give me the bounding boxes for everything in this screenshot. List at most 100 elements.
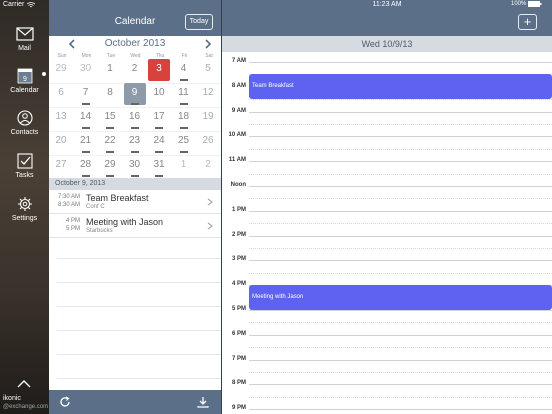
chevron-right-icon bbox=[207, 198, 213, 206]
hour-label: 9 PM bbox=[231, 405, 246, 412]
calendar-day[interactable]: 1 bbox=[173, 155, 195, 177]
chevron-right-icon[interactable] bbox=[203, 39, 213, 49]
event-indicator bbox=[179, 79, 188, 81]
status-carrier: Carrier bbox=[3, 1, 36, 8]
event-indicator bbox=[130, 151, 139, 153]
sidebar-item-label: Mail bbox=[18, 45, 31, 52]
hour-label: 3 PM bbox=[231, 256, 246, 263]
calendar-day[interactable]: 22 bbox=[99, 131, 121, 153]
event-indicator bbox=[130, 127, 139, 129]
day-title: Wed 10/9/13 bbox=[222, 36, 552, 52]
event-indicator bbox=[179, 151, 188, 153]
active-indicator bbox=[42, 72, 46, 76]
calendar-day[interactable]: 29 bbox=[50, 59, 72, 81]
refresh-icon[interactable] bbox=[59, 396, 71, 408]
calendar-day[interactable]: 7 bbox=[75, 83, 97, 105]
sidebar-item-label: Contacts bbox=[10, 129, 39, 136]
hour-label: 11 AM bbox=[228, 157, 246, 164]
event-indicator bbox=[106, 175, 114, 177]
calendar-day[interactable]: 10 bbox=[148, 83, 170, 105]
sidebar-item-label: Calendar bbox=[10, 87, 39, 94]
account-label: ikonic @exchange.com bbox=[3, 395, 49, 410]
calendar-icon: 9 bbox=[17, 68, 32, 84]
calendar-day[interactable]: 30 bbox=[124, 155, 146, 177]
list-item[interactable]: 7:30 AM 8:30 AM Team Breakfast Conf C bbox=[49, 190, 221, 214]
mail-icon bbox=[15, 27, 34, 41]
month-calendar: October 2013 Sun Mon Tue Wed Thu Fri Sat 29 30 1… bbox=[49, 36, 221, 178]
today-button[interactable]: Today bbox=[185, 14, 213, 30]
calendar-day[interactable]: 23 bbox=[124, 131, 146, 153]
calendar-day[interactable]: 18 bbox=[173, 107, 195, 129]
event-block[interactable]: Meeting with Jason bbox=[249, 285, 552, 310]
month-navigation: October 2013 bbox=[49, 36, 221, 52]
calendar-day[interactable]: 24 bbox=[148, 131, 170, 153]
event-indicator bbox=[106, 127, 114, 129]
calendar-day[interactable]: 26 bbox=[197, 131, 219, 153]
contacts-icon bbox=[16, 110, 33, 126]
calendar-day[interactable]: 16 bbox=[124, 107, 146, 129]
hour-label: 9 AM bbox=[231, 107, 246, 114]
calendar-day[interactable]: 11 bbox=[173, 83, 195, 105]
calendar-day[interactable]: 27 bbox=[50, 155, 72, 177]
calendar-day[interactable]: 1 bbox=[99, 59, 121, 81]
add-event-button[interactable]: + bbox=[518, 14, 537, 30]
event-title: Team Breakfast bbox=[86, 193, 149, 203]
event-indicator bbox=[81, 151, 90, 153]
sidebar-item-tasks[interactable]: Tasks bbox=[0, 153, 49, 179]
calendar-day[interactable]: 13 bbox=[50, 107, 72, 129]
event-title: Meeting with Jason bbox=[86, 217, 164, 227]
calendar-day[interactable]: 14 bbox=[75, 107, 97, 129]
calendar-day[interactable]: 25 bbox=[173, 131, 195, 153]
svg-text:9: 9 bbox=[23, 76, 27, 83]
event-indicator bbox=[179, 127, 188, 129]
event-location: Conf C bbox=[86, 204, 105, 210]
calendar-day[interactable]: 30 bbox=[75, 59, 97, 81]
download-icon[interactable] bbox=[197, 396, 209, 408]
day-view-panel: 11:23 AM 100% + Wed 10/9/13 7 AM 8 AM 9 AM… bbox=[222, 0, 552, 414]
event-block[interactable]: Team Breakfast bbox=[249, 74, 552, 100]
calendar-day[interactable]: 5 bbox=[197, 59, 219, 81]
calendar-day[interactable]: 19 bbox=[197, 107, 219, 129]
event-indicator bbox=[130, 175, 139, 177]
day-timeline[interactable]: 7 AM 8 AM 9 AM 10 AM 11 AM Noon 1 PM 2 PM 3 PM 4 … bbox=[222, 52, 552, 414]
hour-label: Noon bbox=[230, 182, 246, 188]
event-location: Starbucks bbox=[86, 228, 113, 234]
month-label: October 2013 bbox=[104, 38, 166, 49]
sidebar-item-contacts[interactable]: Contacts bbox=[0, 110, 49, 136]
tasks-icon bbox=[16, 153, 33, 169]
calendar-header: Calendar Today bbox=[49, 0, 221, 36]
event-indicator bbox=[155, 127, 163, 129]
calendar-day[interactable]: 9 bbox=[123, 83, 146, 105]
event-indicator bbox=[179, 103, 188, 105]
calendar-day[interactable]: 31 bbox=[148, 155, 170, 177]
chevron-up-icon[interactable] bbox=[17, 380, 31, 388]
sidebar-item-mail[interactable]: Mail bbox=[0, 26, 49, 52]
settings-icon bbox=[17, 197, 32, 211]
list-item[interactable]: 4 PM 5 PM Meeting with Jason Starbucks bbox=[49, 214, 221, 238]
calendar-day[interactable]: 3 bbox=[148, 59, 170, 81]
sidebar-item-settings[interactable]: Settings bbox=[0, 196, 49, 222]
hour-label: 4 PM bbox=[231, 281, 246, 288]
calendar-day[interactable]: 2 bbox=[124, 59, 146, 81]
list-toolbar bbox=[49, 390, 221, 414]
calendar-day[interactable]: 12 bbox=[197, 83, 219, 105]
hour-label: 8 PM bbox=[231, 380, 246, 387]
calendar-day[interactable]: 29 bbox=[99, 155, 121, 177]
calendar-day[interactable]: 6 bbox=[50, 83, 72, 105]
calendar-day[interactable]: 15 bbox=[99, 107, 121, 129]
event-indicator bbox=[81, 175, 90, 177]
sidebar: Carrier Mail 9 Calendar Contacts Tasks S… bbox=[0, 0, 49, 414]
selected-date-header: October 9, 2013 bbox=[49, 178, 221, 190]
wifi-icon bbox=[27, 1, 36, 7]
calendar-day[interactable]: 21 bbox=[75, 131, 97, 153]
calendar-day[interactable]: 2 bbox=[197, 155, 219, 177]
status-time: 11:23 AM bbox=[372, 1, 402, 8]
calendar-day[interactable]: 17 bbox=[148, 107, 170, 129]
event-indicator bbox=[155, 175, 163, 177]
day-view-header: 11:23 AM 100% + bbox=[222, 0, 552, 36]
event-indicator bbox=[155, 151, 163, 153]
calendar-day[interactable]: 4 bbox=[173, 59, 195, 81]
calendar-day[interactable]: 8 bbox=[99, 83, 121, 105]
calendar-day[interactable]: 28 bbox=[75, 155, 97, 177]
calendar-day[interactable]: 20 bbox=[50, 131, 72, 153]
